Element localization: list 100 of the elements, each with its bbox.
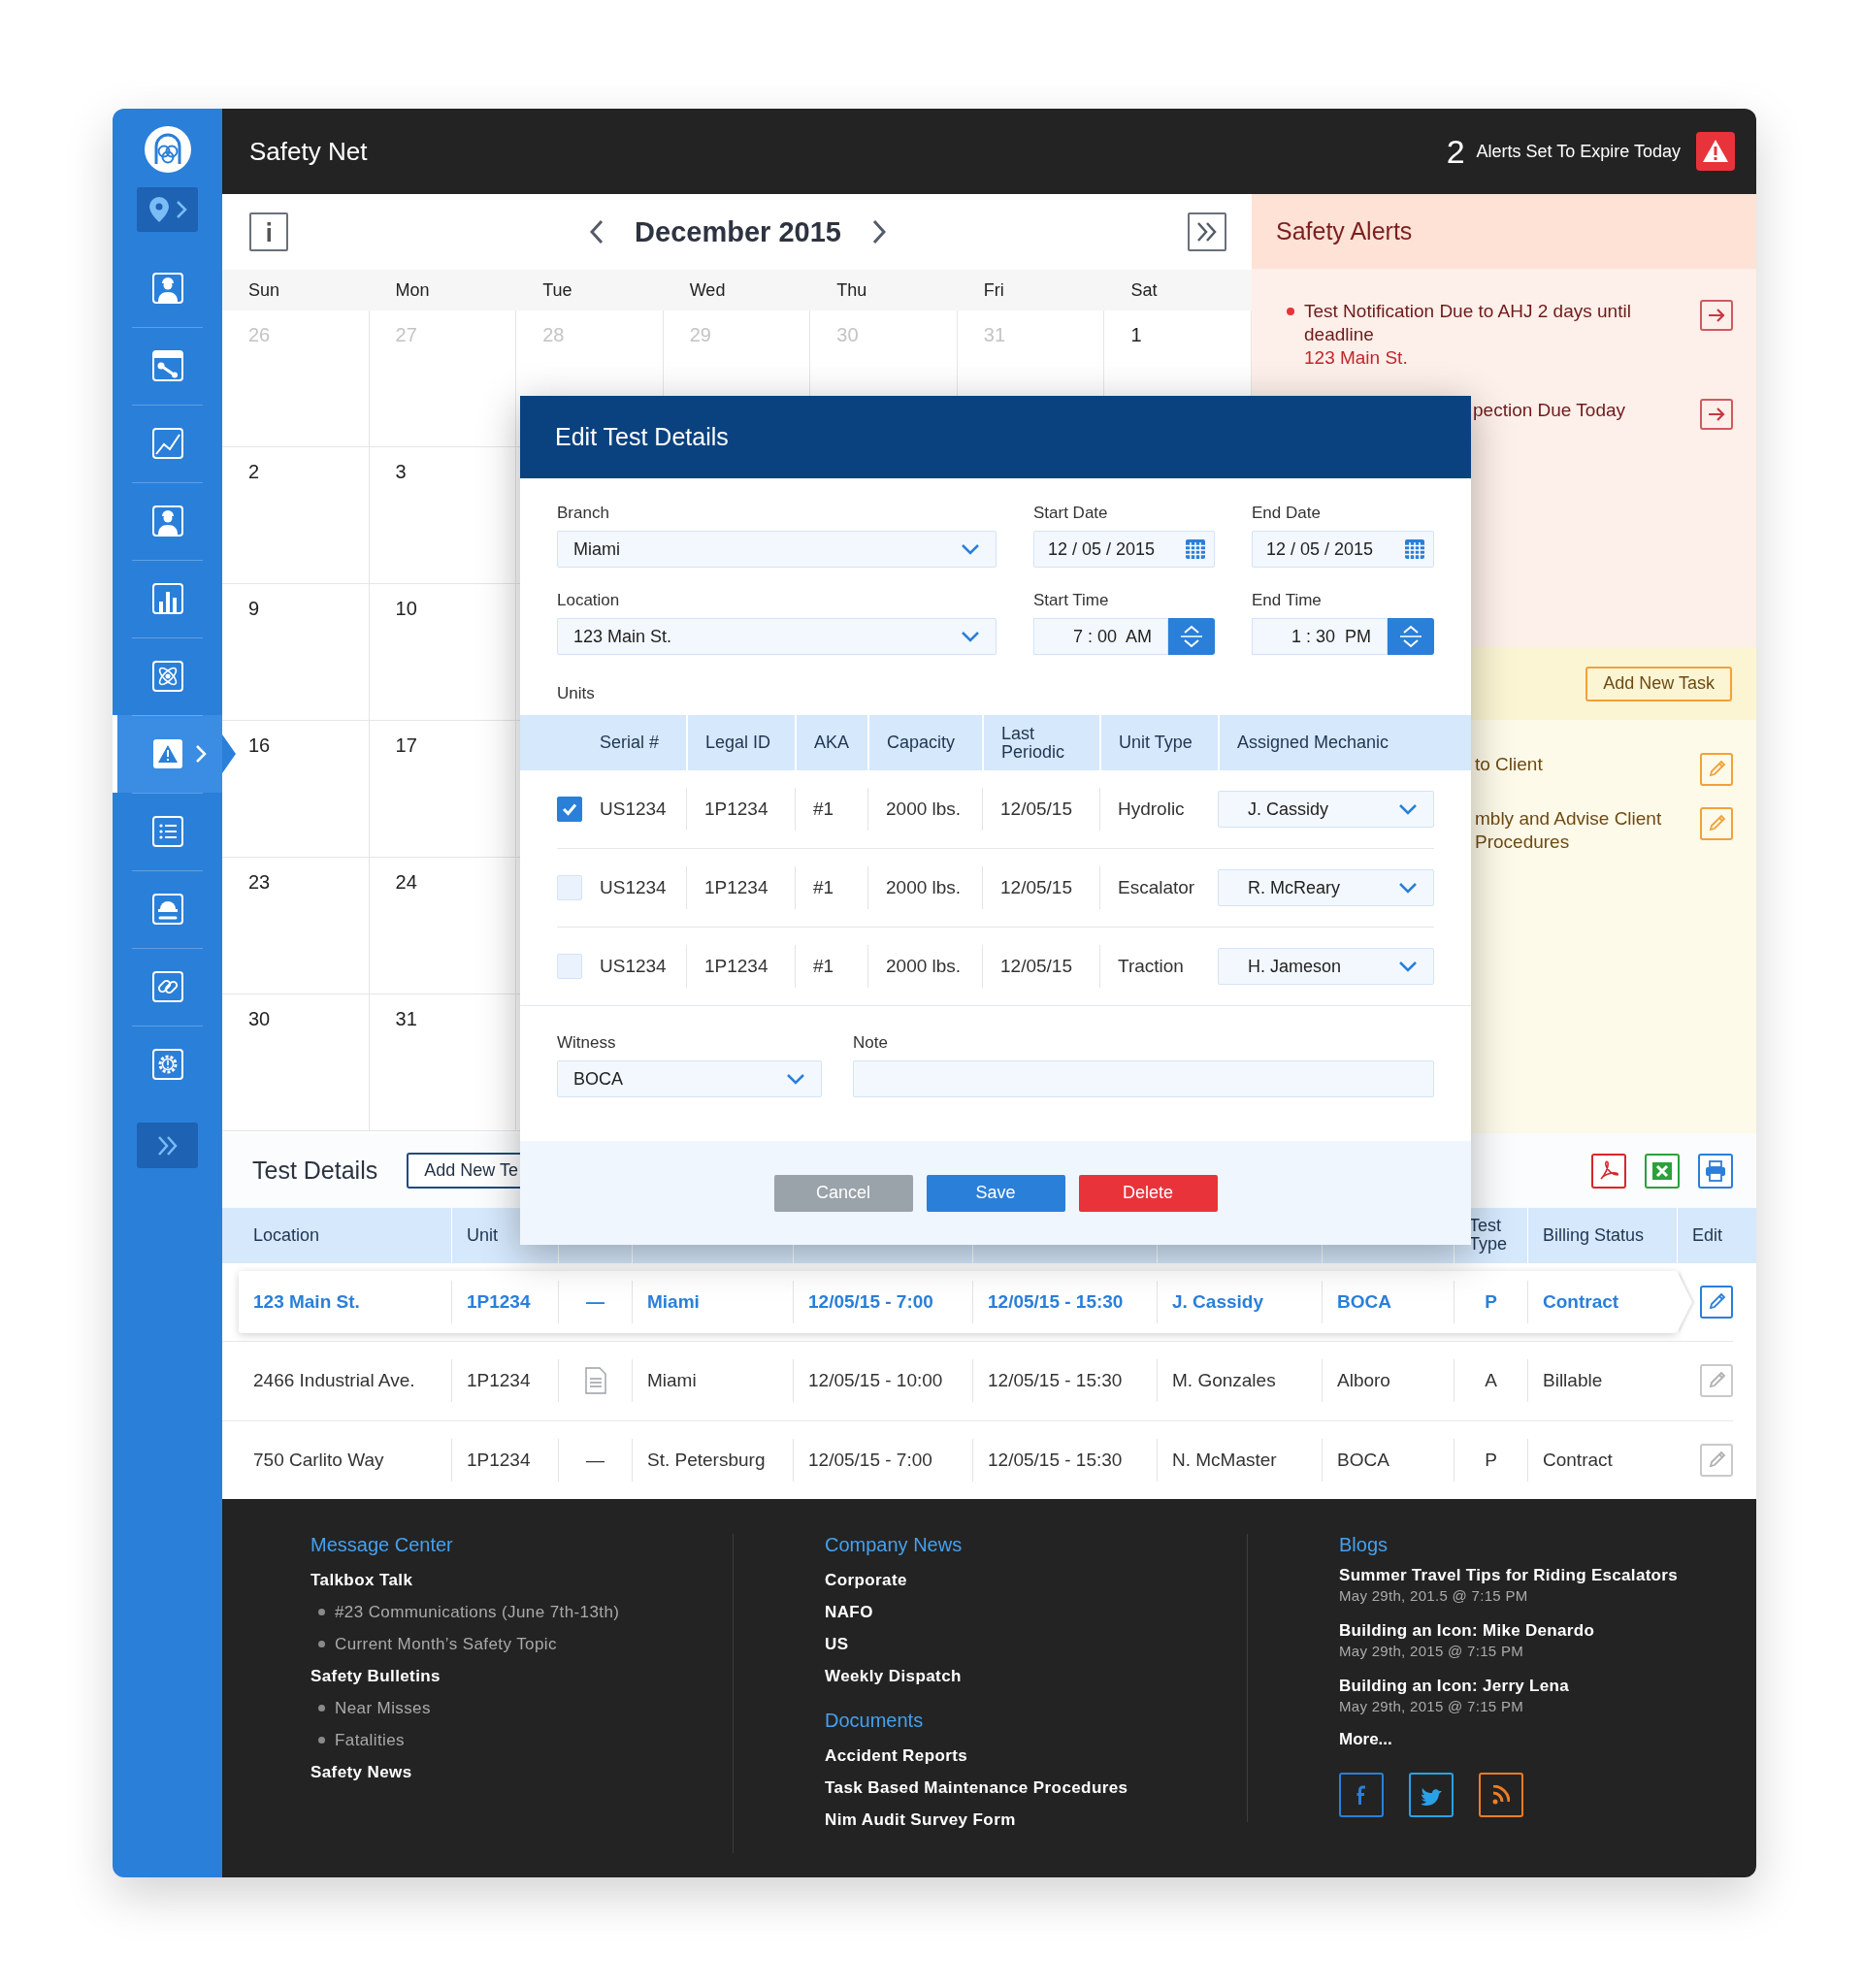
- logo-icon: [143, 125, 192, 174]
- footer-link[interactable]: Current Month’s Safety Topic: [335, 1628, 557, 1660]
- facebook-icon: [1356, 1784, 1367, 1806]
- mechanic-dropdown[interactable]: R. McReary: [1218, 869, 1434, 906]
- date-field[interactable]: 12 / 05 / 2015: [1033, 531, 1215, 568]
- table-row[interactable]: 750 Carlito Way 1P1234 — St. Petersburg 12/05/15 - 7:00 12/05/15 - 15:30 N. McMaster BOCA P Contract: [239, 1428, 1677, 1491]
- bullet-icon: [318, 1641, 325, 1647]
- footer-link[interactable]: Corporate: [825, 1564, 1247, 1596]
- worker-icon: [150, 272, 184, 305]
- blog-post-link[interactable]: Building an Icon: Mike Denardo: [1339, 1619, 1756, 1642]
- footer-link[interactable]: NAFO: [825, 1596, 1247, 1628]
- spreadsheet-export-button[interactable]: [1645, 1153, 1680, 1189]
- chevron-down-icon: [786, 1073, 805, 1085]
- chevron-left-icon: [590, 219, 605, 244]
- day-number[interactable]: 3: [395, 461, 407, 482]
- table-cell: BOCA: [1322, 1438, 1454, 1482]
- footer-link[interactable]: Fatalities: [335, 1724, 406, 1756]
- note-field[interactable]: [853, 1060, 1434, 1097]
- time-field[interactable]: 1 : 30 PM: [1252, 618, 1388, 655]
- table-cell: Contract: [1527, 1280, 1677, 1323]
- day-number[interactable]: 31: [395, 1008, 417, 1029]
- footer-heading: Company News: [825, 1534, 964, 1556]
- social-button[interactable]: [1339, 1773, 1384, 1817]
- table-cell: BOCA: [1322, 1280, 1454, 1323]
- table-row[interactable]: 2466 Industrial Ave. 1P1234 Miami 12/05/15 - 10:00 12/05/15 - 15:30 M. Gonzales Alboro A Billable: [239, 1350, 1677, 1413]
- day-number[interactable]: 23: [248, 871, 271, 893]
- open-alert-button[interactable]: [1700, 399, 1733, 430]
- blog-post-link[interactable]: Summer Travel Tips for Riding Escalators: [1339, 1564, 1756, 1586]
- date-field[interactable]: 12 / 05 / 2015: [1252, 531, 1434, 568]
- witness-dropdown[interactable]: BOCA: [557, 1060, 822, 1097]
- table-cell: 2000 lbs.: [867, 866, 982, 909]
- footer-link[interactable]: Safety Bulletins: [310, 1660, 733, 1692]
- edit-button[interactable]: [1700, 1364, 1733, 1398]
- warning-icon[interactable]: [1696, 132, 1735, 171]
- social-button[interactable]: [1479, 1773, 1523, 1817]
- field-label: Start Time: [1033, 591, 1110, 610]
- pdf-export-button[interactable]: [1591, 1153, 1626, 1189]
- arrow-right-icon: [1707, 407, 1726, 422]
- field-label: End Date: [1252, 504, 1322, 523]
- footer-link[interactable]: US: [825, 1628, 1247, 1660]
- weekday-label: Tue: [541, 279, 573, 301]
- time-spinner[interactable]: [1388, 618, 1434, 655]
- table-cell: 1P1234: [451, 1359, 558, 1403]
- table-cell: P: [1454, 1280, 1527, 1323]
- day-number[interactable]: 9: [248, 598, 260, 619]
- save-button[interactable]: Save: [926, 1174, 1065, 1212]
- expand-calendar-button[interactable]: [1188, 212, 1226, 251]
- footer-link[interactable]: Accident Reports: [825, 1740, 1247, 1772]
- column-header: Billing Status: [1527, 1208, 1677, 1263]
- add-task-button[interactable]: Add New Task: [1585, 666, 1732, 701]
- mechanic-dropdown[interactable]: J. Cassidy: [1218, 791, 1434, 828]
- edit-button[interactable]: [1700, 1285, 1733, 1319]
- day-number[interactable]: 30: [248, 1008, 271, 1029]
- task-text: mbly and Advise Client Procedures: [1475, 807, 1663, 854]
- footer-link[interactable]: Nim Audit Survey Form: [825, 1804, 1247, 1836]
- branch-dropdown[interactable]: Miami: [557, 531, 997, 568]
- checkbox[interactable]: [557, 797, 582, 822]
- mechanic-dropdown[interactable]: H. Jameson: [1218, 948, 1434, 985]
- weekday-label: Wed: [688, 279, 727, 301]
- footer-link[interactable]: #23 Communications (June 7th-13th): [335, 1596, 620, 1628]
- app-title: Safety Net: [249, 136, 368, 167]
- table-cell: —: [586, 1449, 605, 1471]
- footer-link[interactable]: Near Misses: [335, 1692, 431, 1724]
- table-cell: A: [1454, 1359, 1527, 1403]
- footer-link[interactable]: Talkbox Talk: [310, 1564, 733, 1596]
- print-button[interactable]: [1698, 1153, 1733, 1189]
- delete-button[interactable]: Delete: [1078, 1174, 1218, 1212]
- column-header: Capacity: [867, 715, 982, 770]
- location-button[interactable]: [137, 187, 198, 232]
- open-alert-button[interactable]: [1700, 300, 1733, 331]
- time-spinner[interactable]: [1168, 618, 1215, 655]
- edit-button[interactable]: [1700, 1443, 1733, 1477]
- footer-link[interactable]: Weekly Dispatch: [825, 1660, 1247, 1692]
- day-number[interactable]: 24: [395, 871, 417, 893]
- calendar-icon: [1404, 538, 1425, 560]
- footer-link[interactable]: Safety News: [310, 1756, 733, 1788]
- expand-button[interactable]: [137, 1123, 198, 1168]
- footer-heading: Blogs: [1339, 1534, 1389, 1556]
- blog-post-date: May 29th, 2015 @ 7:15 PM: [1339, 1642, 1525, 1661]
- bullet-icon: [318, 1609, 325, 1615]
- table-cell: Miami: [632, 1359, 793, 1403]
- blog-post-link[interactable]: Building an Icon: Jerry Lena: [1339, 1675, 1756, 1697]
- day-number[interactable]: 17: [395, 734, 417, 756]
- bullet-icon: [318, 1705, 325, 1711]
- day-number[interactable]: 1: [1130, 324, 1142, 345]
- table-cell: 12/05/15: [982, 788, 1099, 831]
- day-number[interactable]: 10: [395, 598, 417, 619]
- field-label: End Time: [1252, 591, 1323, 610]
- table-cell: 12/05/15 - 10:00: [793, 1359, 972, 1403]
- location-dropdown[interactable]: 123 Main St.: [557, 618, 997, 655]
- footer-link[interactable]: Task Based Maintenance Procedures: [825, 1772, 1247, 1804]
- more-link[interactable]: More...: [1339, 1730, 1756, 1749]
- day-number[interactable]: 2: [248, 461, 260, 482]
- weekday-label: Sun: [247, 279, 281, 301]
- day-number[interactable]: 16: [248, 734, 271, 756]
- table-cell: #1: [795, 866, 867, 909]
- field-label: Start Date: [1033, 504, 1109, 523]
- time-field[interactable]: 7 : 00 AM: [1033, 618, 1168, 655]
- info-button[interactable]: [249, 212, 288, 251]
- social-button[interactable]: [1409, 1773, 1454, 1817]
